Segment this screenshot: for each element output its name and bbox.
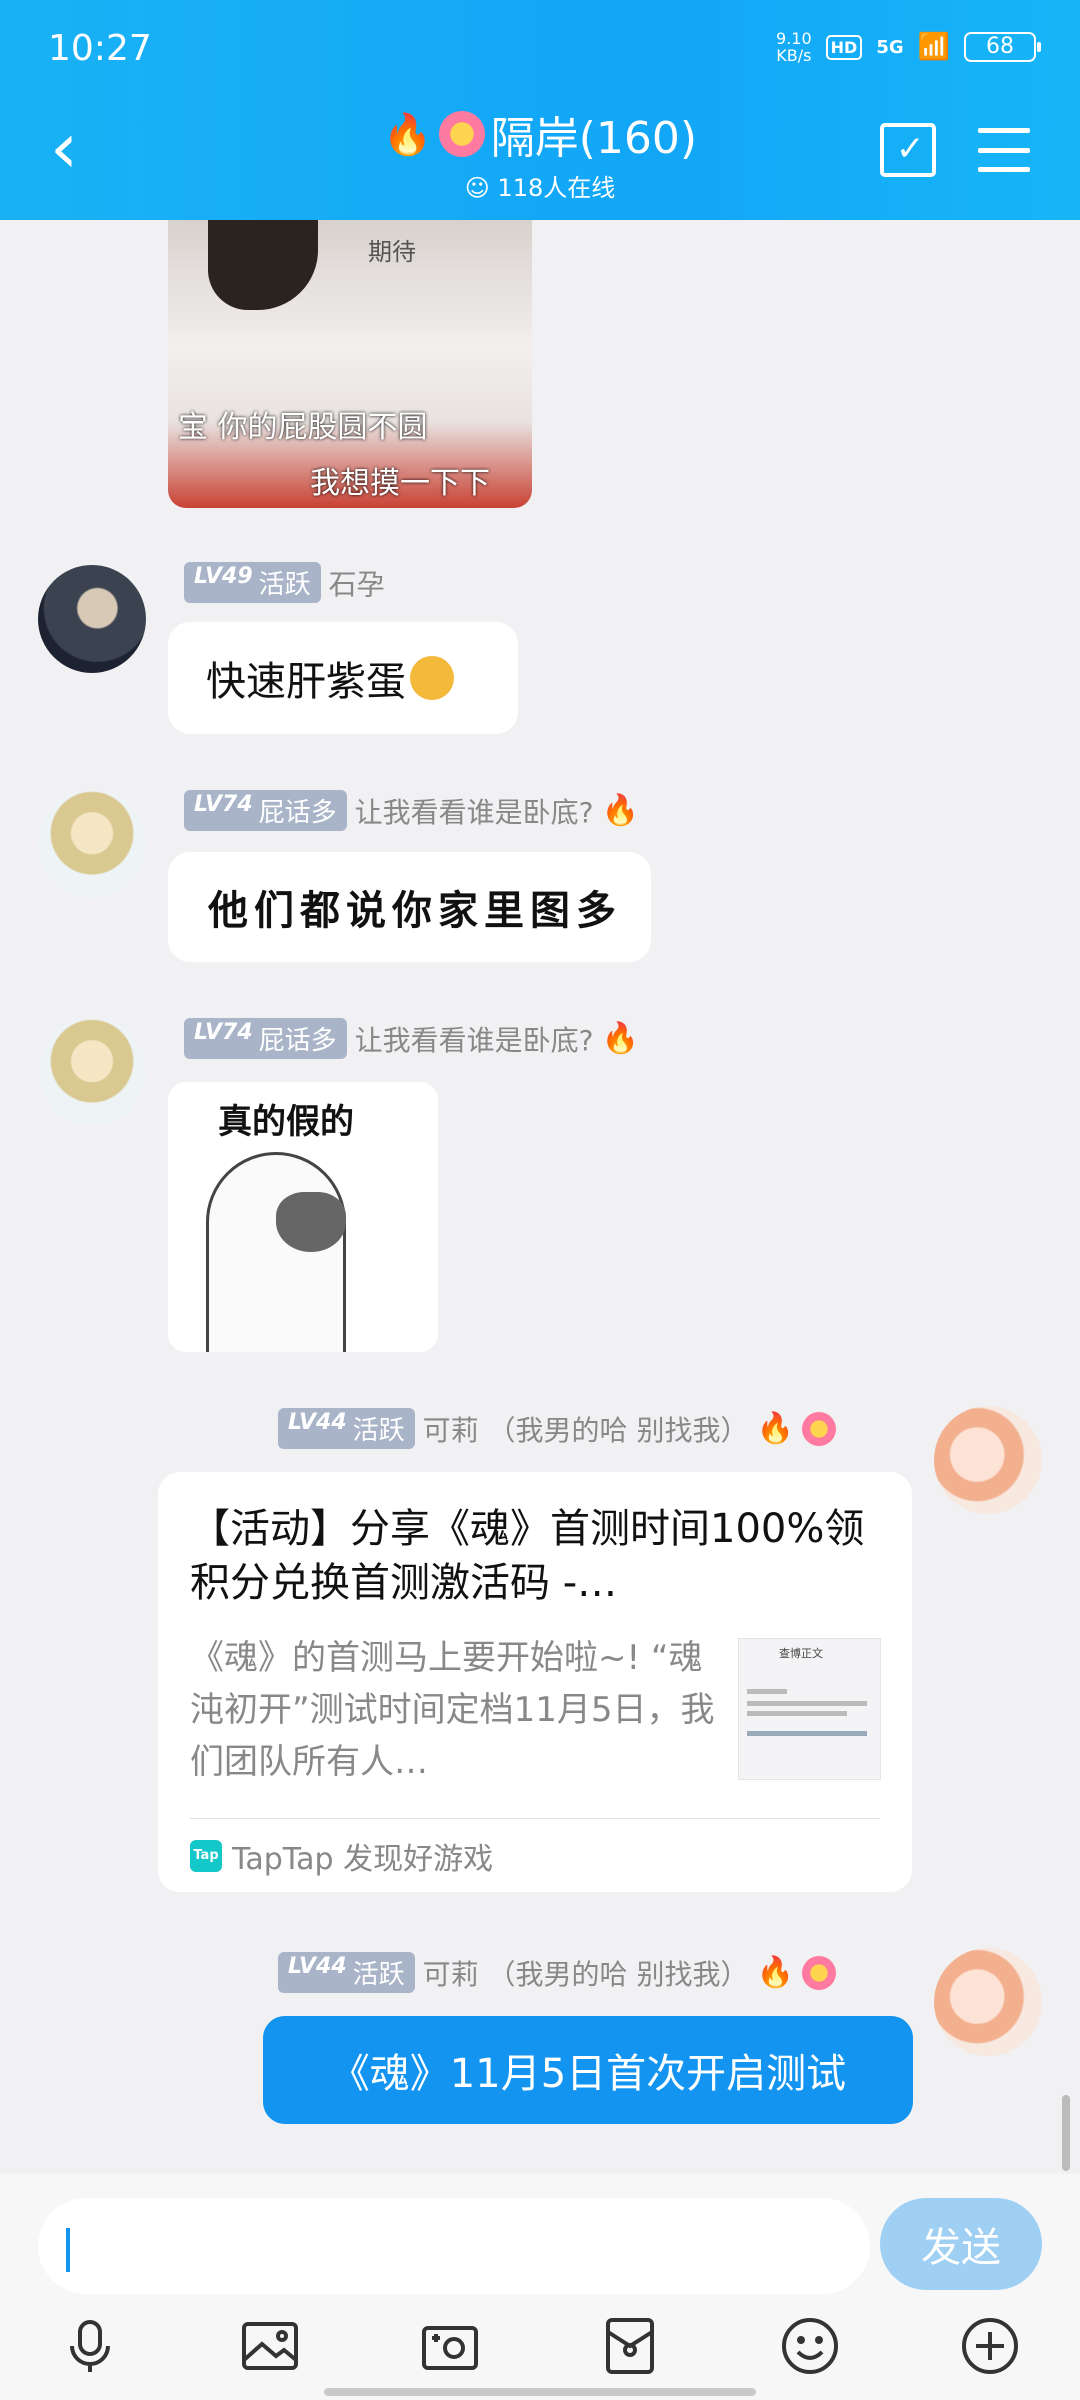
- level-badge: LV74 屁话多: [184, 1018, 347, 1059]
- avatar[interactable]: [38, 790, 146, 898]
- fire-icon: 🔥: [756, 1411, 794, 1446]
- level-badge: LV49 活跃: [184, 562, 321, 603]
- sender-name: 可莉 （我男的哈 别找我）: [422, 1957, 749, 1991]
- sender-name: 让我看看谁是卧底?: [354, 795, 594, 829]
- sender-name: 可莉 （我男的哈 别找我）: [422, 1413, 749, 1447]
- sender-info: LV49 活跃 石孕: [184, 562, 385, 603]
- page-title: 🔥 隔岸(160): [383, 102, 697, 166]
- flower-icon: [801, 1955, 836, 1990]
- fire-icon: 🔥: [601, 1021, 639, 1056]
- meme-image[interactable]: 期待 宝 你的屁股圆不圆 我想摸一下下: [168, 220, 532, 508]
- scrollbar[interactable]: [1062, 2095, 1070, 2171]
- send-button[interactable]: 发送: [880, 2198, 1042, 2290]
- sender-name: 让我看看谁是卧底?: [354, 1023, 594, 1057]
- flower-icon: [438, 111, 485, 157]
- status-time: 10:27: [48, 28, 152, 69]
- menu-icon[interactable]: [978, 128, 1030, 172]
- avatar[interactable]: [934, 1948, 1042, 2056]
- message-bubble-self[interactable]: 《魂》11月5日首次开启测试: [263, 2016, 913, 2124]
- avatar[interactable]: [38, 1018, 146, 1126]
- battery-icon: 68: [964, 32, 1041, 62]
- fire-icon: 🔥: [382, 111, 433, 158]
- card-thumbnail: 查博正文: [738, 1638, 881, 1780]
- message-bubble[interactable]: 快速肝紫蛋: [168, 622, 518, 734]
- signal-5g-icon: 5G: [876, 36, 904, 58]
- wifi-icon: 📶: [917, 32, 950, 62]
- sender-info: LV74 屁话多 让我看看谁是卧底? 🔥: [184, 790, 639, 831]
- home-indicator[interactable]: [324, 2388, 756, 2396]
- meme-face: [276, 1192, 346, 1252]
- level-badge: LV44 活跃: [278, 1952, 415, 1993]
- sender-info: LV44 活跃 可莉 （我男的哈 别找我） 🔥: [278, 1408, 836, 1449]
- image-icon[interactable]: [238, 2314, 302, 2378]
- hd-icon: HD: [825, 34, 863, 60]
- input-area: 发送: [0, 2174, 1080, 2400]
- level-badge: LV44 活跃: [278, 1408, 415, 1449]
- plus-icon[interactable]: [958, 2314, 1022, 2378]
- red-packet-icon[interactable]: [598, 2314, 662, 2378]
- sender-name: 石孕: [328, 567, 385, 601]
- chat-header: 10:27 9.10 KB/s HD 5G 📶 68 ‹ 🔥 隔岸(160) ☺…: [0, 0, 1080, 220]
- card-title: 【活动】分享《魂》首测时间100%领积分兑换首测激活码 -…: [190, 1506, 865, 1606]
- flower-icon: [801, 1411, 836, 1446]
- emoji-icon[interactable]: [778, 2314, 842, 2378]
- cat-nose: [208, 220, 318, 310]
- group-name: 隔岸(160): [490, 113, 698, 164]
- message-input[interactable]: [38, 2198, 870, 2294]
- toolbar: [0, 2314, 1080, 2384]
- ghost-figure: [206, 1152, 346, 1352]
- microphone-icon[interactable]: [58, 2314, 122, 2378]
- status-icons: 9.10 KB/s HD 5G 📶 68: [776, 29, 1041, 65]
- camera-icon[interactable]: [418, 2314, 482, 2378]
- level-badge: LV74 屁话多: [184, 790, 347, 831]
- fire-icon: 🔥: [756, 1955, 794, 1990]
- link-card[interactable]: 【活动】分享《魂》首测时间100%领积分兑换首测激活码 -… 《魂》的首测马上要…: [158, 1472, 912, 1892]
- sender-info: LV44 活跃 可莉 （我男的哈 别找我） 🔥: [278, 1952, 836, 1993]
- avatar[interactable]: [38, 565, 146, 673]
- calendar-check-icon[interactable]: [880, 123, 936, 177]
- avatar[interactable]: [934, 1406, 1042, 1514]
- sender-info: LV74 屁话多 让我看看谁是卧底? 🔥: [184, 1018, 639, 1059]
- taptap-logo-icon: Tap: [190, 1840, 222, 1872]
- dog-emoji-icon: [410, 656, 454, 700]
- smile-icon: ☺: [464, 174, 490, 202]
- card-source: Tap TapTap 发现好游戏: [190, 1834, 493, 1878]
- card-description: 《魂》的首测马上要开始啦~! “魂沌初开”测试时间定档11月5日，我们团队所有人…: [190, 1638, 715, 1782]
- divider: [190, 1818, 880, 1819]
- meme-image[interactable]: 真的假的: [168, 1082, 438, 1352]
- text-cursor: [66, 2228, 70, 2272]
- fire-icon: 🔥: [601, 793, 639, 828]
- net-speed: 9.10 KB/s: [776, 29, 812, 65]
- message-bubble[interactable]: 他们都说你家里图多: [168, 852, 651, 962]
